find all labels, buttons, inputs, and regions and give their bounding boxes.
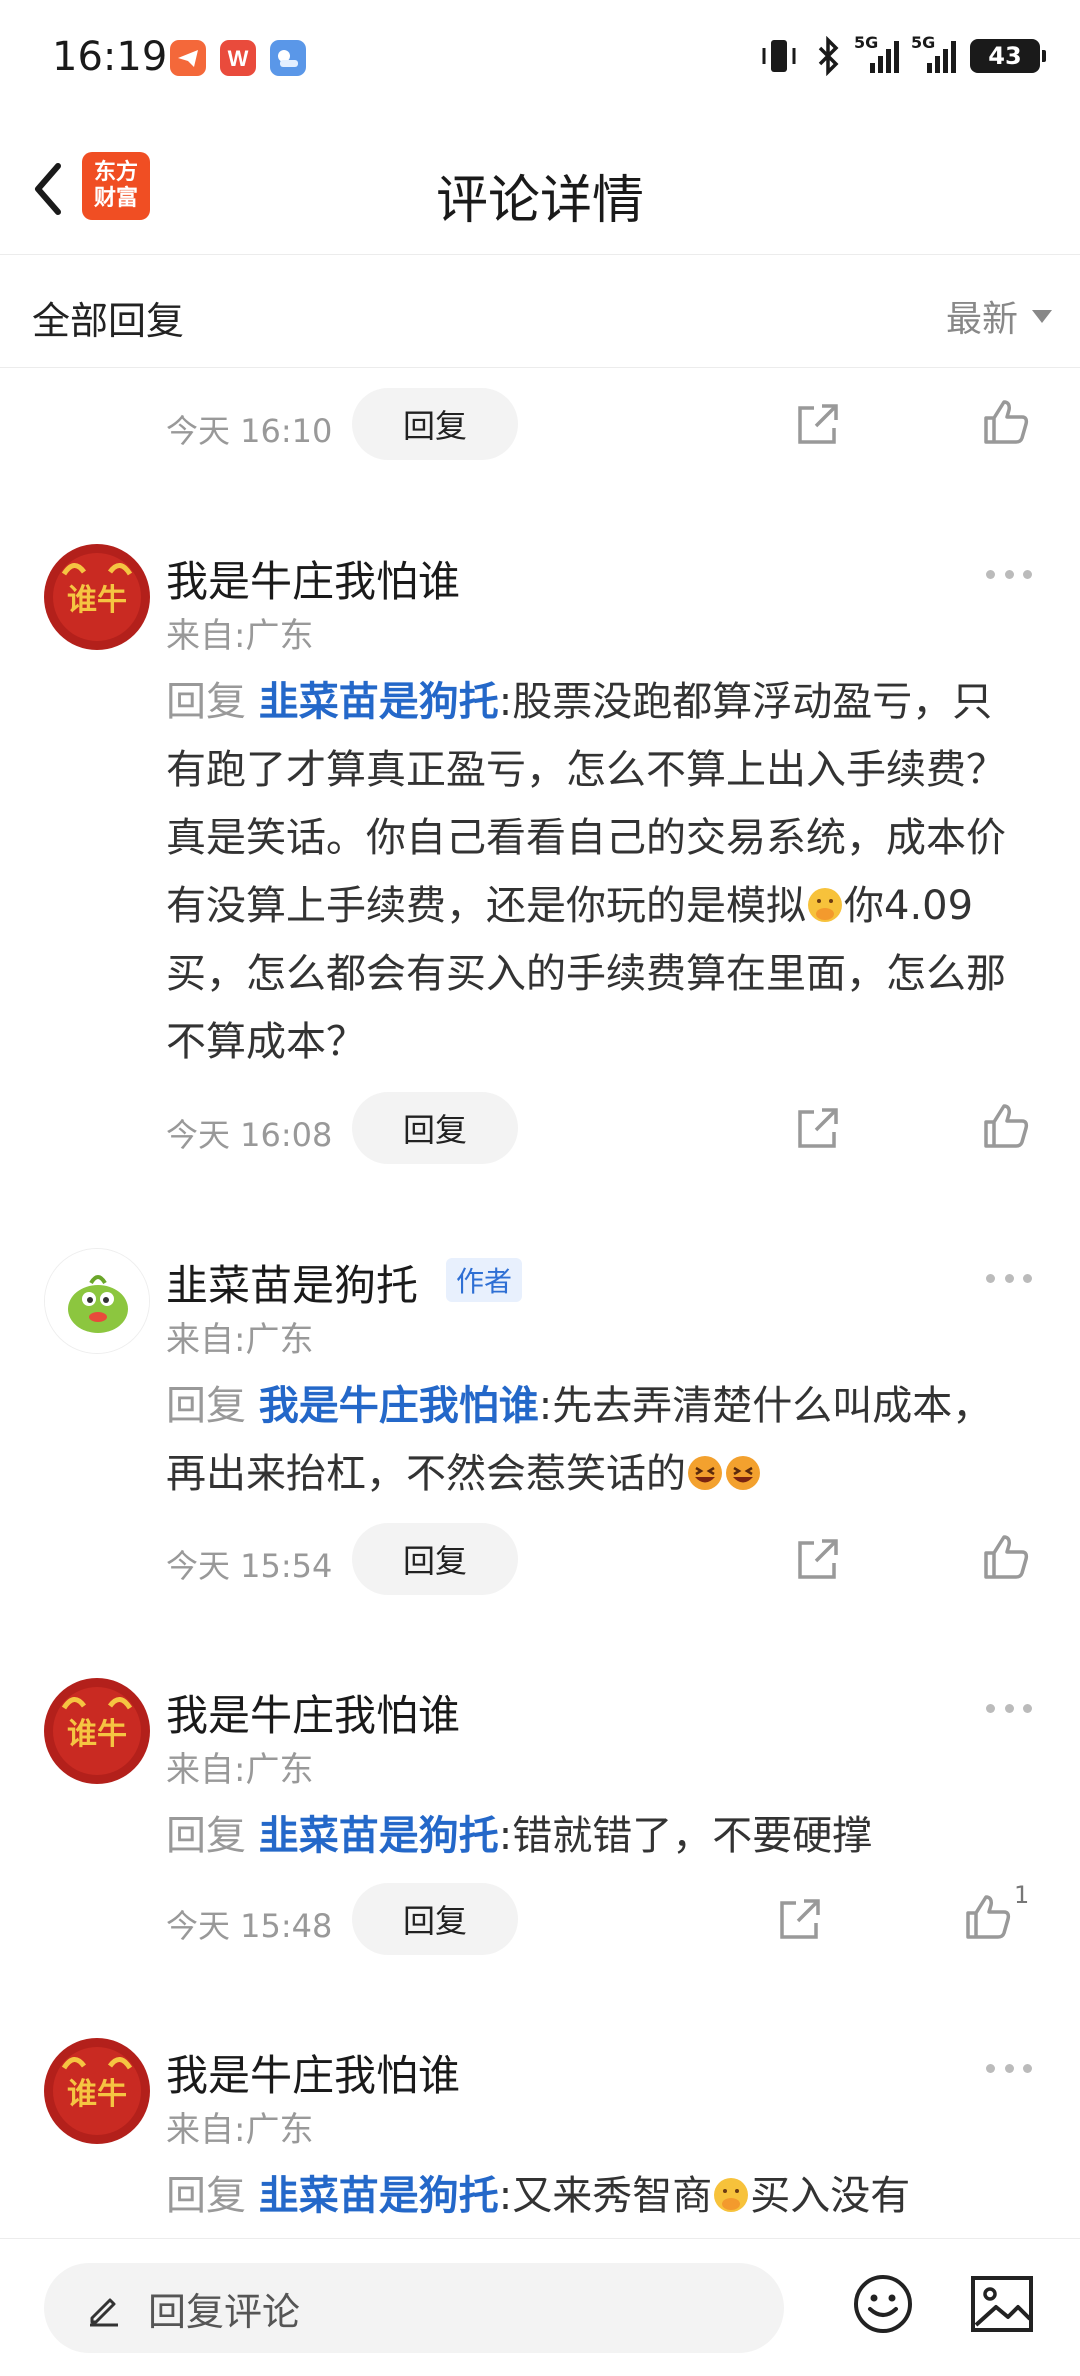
share-icon[interactable]: [774, 1893, 826, 1945]
signal-1-icon: 5G: [854, 33, 899, 73]
avatar[interactable]: 谁牛: [44, 2038, 150, 2144]
comment-meta-row: 今天 16:08 回复: [0, 1092, 1080, 1164]
location-label: 来自:广东: [166, 616, 314, 656]
share-icon[interactable]: [792, 398, 844, 450]
avatar-text: 谁牛: [67, 583, 127, 618]
svg-text:W: W: [228, 46, 249, 71]
pencil-icon: [90, 2298, 118, 2327]
page-title: 评论详情: [435, 171, 644, 231]
comment-text: 回复 韭菜苗是狗托:错就错了，不要硬撑: [166, 1802, 1032, 1870]
comment-text-part: :错就错了，不要硬撑: [498, 1813, 873, 1859]
reply-comment-input[interactable]: 回复评论: [44, 2263, 784, 2353]
reply-prefix: 回复: [166, 1813, 259, 1859]
username[interactable]: 我是牛庄我怕谁: [166, 2042, 460, 2103]
all-replies-label: 全部回复: [32, 299, 185, 343]
bluetooth-icon: [818, 36, 839, 76]
reply-button[interactable]: 回复: [352, 1523, 518, 1595]
battery-icon: 43: [970, 39, 1046, 73]
share-icon[interactable]: [792, 1102, 844, 1154]
mention-link[interactable]: 韭菜苗是狗托: [259, 1813, 499, 1859]
share-icon[interactable]: [792, 1533, 844, 1585]
comment-text: 回复 韭菜苗是狗托:股票没跑都算浮动盈亏，只有跑了才算真正盈亏，怎么不算上出入手…: [166, 668, 1032, 1076]
comment-text: 回复 我是牛庄我怕谁:先去弄清楚什么叫成本，再出来抬杠，不然会惹笑话的: [166, 1372, 1032, 1508]
thumbs-up-icon[interactable]: [962, 1891, 1014, 1943]
thumbs-up-icon[interactable]: [980, 1531, 1032, 1583]
thumbs-up-icon[interactable]: [980, 1100, 1032, 1152]
caret-down-icon: [1032, 309, 1052, 323]
comment-text-part: :又来秀智商: [498, 2173, 713, 2219]
reply-placeholder: 回复评论: [148, 2289, 301, 2334]
comment-meta-row: 今天 16:10 回复: [0, 388, 1080, 460]
more-options-icon[interactable]: [986, 1704, 1032, 1716]
mention-link[interactable]: 韭菜苗是狗托: [259, 679, 499, 725]
location-label: 来自:广东: [166, 1750, 314, 1790]
grinning-squint-emoji-icon: [688, 1456, 722, 1490]
status-time: 16:19: [52, 34, 168, 80]
vibrate-icon: [762, 40, 796, 72]
grinning-squint-emoji-icon: [726, 1456, 760, 1490]
comment-time: 今天 15:54: [166, 1547, 333, 1585]
comment-time: 今天 15:48: [166, 1907, 333, 1945]
image-button-icon[interactable]: [970, 2275, 1034, 2333]
reply-button[interactable]: 回复: [352, 1883, 518, 1955]
username[interactable]: 韭菜苗是狗托: [166, 1252, 418, 1313]
comment-text: 回复 韭菜苗是狗托:又来秀智商 买入没有: [166, 2162, 1032, 2238]
more-options-icon[interactable]: [986, 1274, 1032, 1286]
reply-prefix: 回复: [166, 1383, 259, 1429]
avatar[interactable]: 谁牛: [44, 544, 150, 650]
sort-label: 最新: [945, 299, 1018, 340]
filter-bar: 全部回复 最新: [0, 256, 1080, 368]
comment-time: 今天 16:08: [166, 1116, 333, 1154]
more-options-icon[interactable]: [986, 570, 1032, 582]
avatar-text: 谁牛: [67, 1717, 127, 1752]
comment-meta-row: 今天 15:54 回复: [0, 1523, 1080, 1595]
avatar[interactable]: [44, 1248, 150, 1354]
wps-notification-icon: W: [220, 40, 256, 76]
telegram-notification-icon: [170, 40, 206, 76]
sort-dropdown[interactable]: 最新: [946, 290, 1052, 342]
nav-bar: 东方 财富 评论详情: [0, 120, 1080, 255]
comment-meta-row: 今天 15:48 回复 1: [0, 1881, 1080, 1955]
signal-2-icon: 5G: [911, 33, 956, 73]
reply-prefix: 回复: [166, 679, 259, 725]
mention-link[interactable]: 我是牛庄我怕谁: [259, 1383, 539, 1429]
reply-button[interactable]: 回复: [352, 1092, 518, 1164]
hand-over-mouth-emoji-icon: [714, 2178, 749, 2212]
comment-text-part: 买入没有: [750, 2173, 911, 2219]
status-indicators: 5G 5G 43: [758, 33, 1046, 76]
reply-prefix: 回复: [166, 2173, 259, 2219]
thumbs-up-icon[interactable]: [980, 396, 1032, 448]
bottom-bar: 回复评论: [0, 2238, 1080, 2376]
reply-button[interactable]: 回复: [352, 388, 518, 460]
hand-over-mouth-emoji-icon: [808, 888, 842, 922]
emoji-button-icon[interactable]: [852, 2273, 914, 2335]
more-options-icon[interactable]: [986, 2064, 1032, 2076]
username[interactable]: 我是牛庄我怕谁: [166, 1682, 460, 1743]
location-label: 来自:广东: [166, 2110, 314, 2150]
username[interactable]: 我是牛庄我怕谁: [166, 548, 460, 609]
status-bar: 16:19 W 5G 5G 43: [0, 0, 1080, 110]
avatar[interactable]: 谁牛: [44, 1678, 150, 1784]
mention-link[interactable]: 韭菜苗是狗托: [259, 2173, 499, 2219]
avatar-text: 谁牛: [67, 2077, 127, 2112]
like-count: 1: [1014, 1881, 1030, 1909]
location-label: 来自:广东: [166, 1320, 314, 1360]
author-badge: 作者: [446, 1258, 523, 1302]
comment-time: 今天 16:10: [166, 412, 333, 450]
weather-notification-icon: [270, 40, 306, 76]
